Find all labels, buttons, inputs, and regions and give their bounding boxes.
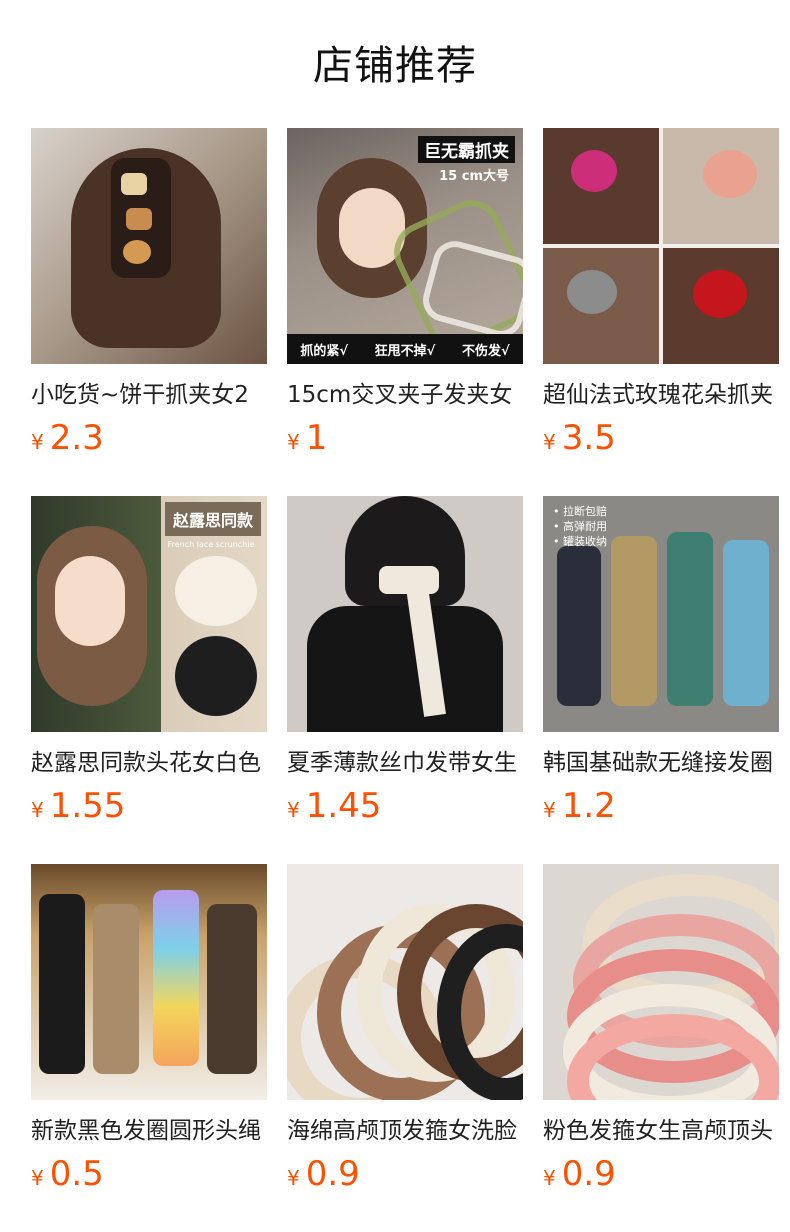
product-notes: • 拉断包赔 • 高弹耐用 • 罐装收纳 [553, 504, 607, 549]
product-price: ¥1.55 [31, 784, 267, 828]
product-name[interactable]: 新款黑色发圈圆形头绳 [31, 1114, 267, 1148]
product-name[interactable]: 粉色发箍女生高颅顶头 [543, 1114, 779, 1148]
product-subbadge: 15 cm大号 [439, 169, 509, 184]
product-price: ¥1.2 [543, 784, 779, 828]
product-grid: 小吃货~饼干抓夹女2 ¥2.3 巨无霸抓夹 15 cm大号 抓的紧√ 狂甩不掉√… [31, 128, 779, 1200]
product-card[interactable]: 超仙法式玫瑰花朵抓夹 ¥3.5 [543, 128, 779, 464]
currency-symbol: ¥ [31, 430, 44, 454]
product-badge: 巨无霸抓夹 [418, 136, 515, 163]
tube-shape [93, 904, 139, 1074]
product-card[interactable]: 巨无霸抓夹 15 cm大号 抓的紧√ 狂甩不掉√ 不伤发√ 15cm交叉夹子发夹… [287, 128, 523, 464]
product-image[interactable] [287, 496, 523, 732]
product-card[interactable]: 小吃货~饼干抓夹女2 ¥2.3 [31, 128, 267, 464]
product-image[interactable]: 巨无霸抓夹 15 cm大号 抓的紧√ 狂甩不掉√ 不伤发√ [287, 128, 523, 364]
flower-clip [567, 270, 617, 314]
product-image[interactable] [31, 128, 267, 364]
feature-bar: 抓的紧√ 狂甩不掉√ 不伤发√ [287, 334, 523, 364]
product-image[interactable] [543, 864, 779, 1100]
cookie-shape [126, 208, 152, 230]
product-image[interactable] [543, 128, 779, 364]
tube-shape [667, 532, 713, 706]
recommend-page: 店铺推荐 小吃货~饼干抓夹女2 ¥2.3 巨无霸抓夹 15 cm大号 抓的紧√ … [0, 0, 790, 1232]
product-image[interactable]: • 拉断包赔 • 高弹耐用 • 罐装收纳 [543, 496, 779, 732]
scrunchie-black [175, 636, 257, 716]
product-name[interactable]: 超仙法式玫瑰花朵抓夹 [543, 378, 779, 412]
product-image[interactable] [287, 864, 523, 1100]
price-value: 1 [305, 418, 328, 458]
product-image[interactable] [31, 864, 267, 1100]
page-title: 店铺推荐 [313, 43, 477, 89]
product-name[interactable]: 海绵高颅顶发箍女洗脸 [287, 1114, 523, 1148]
price-value: 3.5 [561, 418, 616, 458]
product-card[interactable]: 赵露思同款 French lace scrunchie 赵露思同款头花女白色 ¥… [31, 496, 267, 832]
product-name[interactable]: 小吃货~饼干抓夹女2 [31, 378, 267, 412]
note-line: • 高弹耐用 [553, 520, 607, 533]
currency-symbol: ¥ [287, 430, 300, 454]
shirt-shape [307, 606, 503, 732]
price-value: 1.55 [49, 786, 126, 826]
product-price: ¥3.5 [543, 416, 779, 460]
scrunchie-white [175, 556, 257, 626]
feature-label: 抓的紧√ [300, 343, 348, 359]
tube-shape [39, 894, 85, 1074]
product-card[interactable]: 夏季薄款丝巾发带女生 ¥1.45 [287, 496, 523, 832]
currency-symbol: ¥ [543, 798, 556, 822]
product-badge: 赵露思同款 [165, 502, 261, 536]
tube-shape [723, 540, 769, 706]
currency-symbol: ¥ [31, 1166, 44, 1190]
tube-shape [557, 546, 601, 706]
currency-symbol: ¥ [543, 430, 556, 454]
currency-symbol: ¥ [287, 1166, 300, 1190]
face-shape [55, 556, 125, 646]
price-value: 0.9 [561, 1154, 616, 1194]
product-name[interactable]: 15cm交叉夹子发夹女 [287, 378, 523, 412]
price-value: 1.45 [305, 786, 382, 826]
product-card[interactable]: 粉色发箍女生高颅顶头 ¥0.9 [543, 864, 779, 1200]
price-value: 0.5 [49, 1154, 104, 1194]
product-name[interactable]: 赵露思同款头花女白色 [31, 746, 267, 780]
product-price: ¥1.45 [287, 784, 523, 828]
price-value: 0.9 [305, 1154, 360, 1194]
product-image[interactable]: 赵露思同款 French lace scrunchie [31, 496, 267, 732]
product-price: ¥0.9 [287, 1152, 523, 1196]
note-line: • 拉断包赔 [553, 505, 607, 518]
currency-symbol: ¥ [31, 798, 44, 822]
product-card[interactable]: • 拉断包赔 • 高弹耐用 • 罐装收纳 韩国基础款无缝接发圈 ¥1.2 [543, 496, 779, 832]
product-price: ¥0.9 [543, 1152, 779, 1196]
note-line: • 罐装收纳 [553, 535, 607, 548]
product-name[interactable]: 韩国基础款无缝接发圈 [543, 746, 779, 780]
tube-shape [207, 904, 257, 1074]
price-value: 2.3 [49, 418, 104, 458]
flower-clip [693, 270, 747, 318]
feature-label: 狂甩不掉√ [374, 343, 436, 359]
product-price: ¥0.5 [31, 1152, 267, 1196]
tube-shape [153, 890, 199, 1066]
product-price: ¥2.3 [31, 416, 267, 460]
price-value: 1.2 [561, 786, 616, 826]
flower-clip [571, 150, 617, 192]
flower-clip [703, 150, 757, 198]
product-name[interactable]: 夏季薄款丝巾发带女生 [287, 746, 523, 780]
product-card[interactable]: 新款黑色发圈圆形头绳 ¥0.5 [31, 864, 267, 1200]
product-card[interactable]: 海绵高颅顶发箍女洗脸 ¥0.9 [287, 864, 523, 1200]
feature-label: 不伤发√ [461, 343, 510, 359]
cookie-shape [121, 173, 147, 195]
product-price: ¥1 [287, 416, 523, 460]
tube-shape [611, 536, 657, 706]
cookie-shape [123, 240, 151, 264]
currency-symbol: ¥ [287, 798, 300, 822]
currency-symbol: ¥ [543, 1166, 556, 1190]
product-subbadge: French lace scrunchie [167, 540, 255, 549]
